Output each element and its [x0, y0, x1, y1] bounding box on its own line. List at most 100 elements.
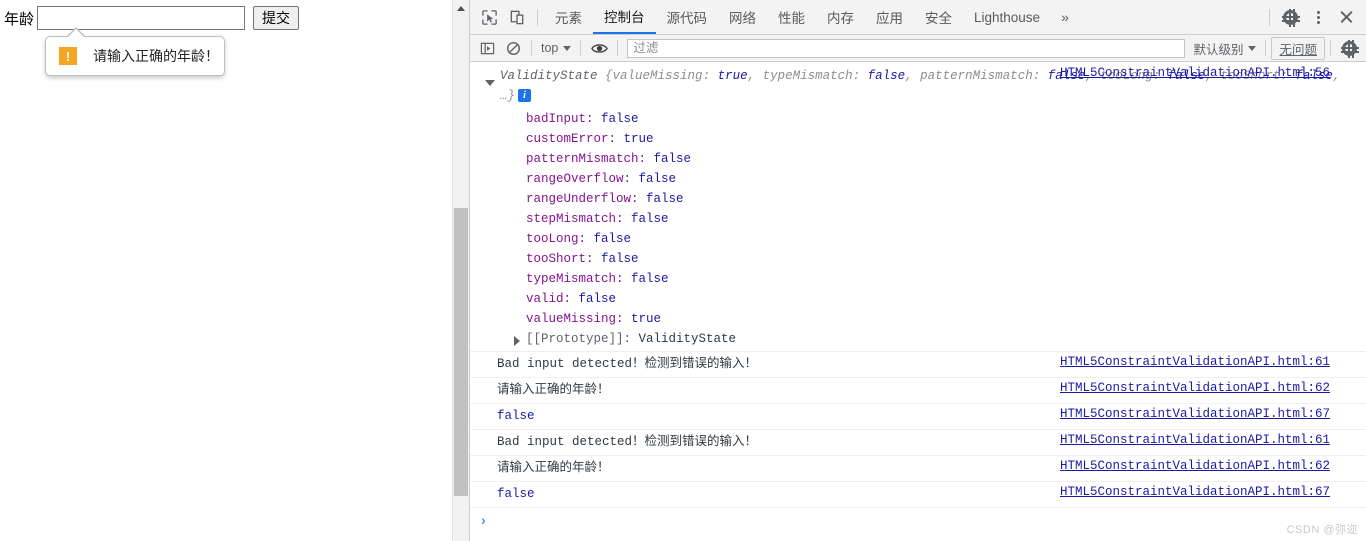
- tab-lighthouse[interactable]: Lighthouse: [963, 0, 1051, 34]
- preview-token: ,: [905, 69, 921, 83]
- object-property-row[interactable]: rangeOverflow: false: [470, 169, 1366, 189]
- property-key: tooLong: [526, 232, 579, 246]
- source-link[interactable]: HTML5ConstraintValidationAPI.html:67: [1060, 485, 1330, 499]
- property-value: false: [601, 252, 639, 266]
- tab-sources[interactable]: 源代码: [656, 0, 719, 34]
- validation-message: 请输入正确的年龄！: [93, 48, 219, 64]
- property-colon: :: [586, 112, 602, 126]
- object-property-row[interactable]: rangeUnderflow: false: [470, 189, 1366, 209]
- console-message-row[interactable]: false HTML5ConstraintValidationAPI.html:6…: [470, 404, 1366, 430]
- property-colon: :: [616, 272, 632, 286]
- object-property-row[interactable]: tooShort: false: [470, 249, 1366, 269]
- property-value: false: [601, 112, 639, 126]
- age-label: 年龄: [4, 10, 35, 28]
- preview-token: :: [702, 69, 718, 83]
- property-value: false: [638, 172, 677, 186]
- property-key: rangeUnderflow: [526, 192, 632, 206]
- toolbar-divider: [1269, 8, 1270, 26]
- property-colon: :: [638, 152, 654, 166]
- console-sidebar-icon[interactable]: [474, 37, 500, 59]
- object-property-row[interactable]: patternMismatch: false: [470, 149, 1366, 169]
- object-property-row[interactable]: tooLong: false: [470, 229, 1366, 249]
- prototype-value: ValidityState: [638, 332, 737, 346]
- preview-token: typeMismatch: [762, 69, 853, 83]
- console-message-row[interactable]: 请输入正确的年龄！ HTML5ConstraintValidationAPI.ht…: [470, 456, 1366, 482]
- execution-context-select[interactable]: top: [537, 41, 575, 55]
- age-form-row: 年龄 提交: [4, 6, 300, 30]
- gear-icon[interactable]: [1276, 4, 1304, 30]
- scroll-up-arrow-icon[interactable]: [453, 0, 469, 17]
- object-property-row[interactable]: customError: true: [470, 129, 1366, 149]
- device-toolbar-icon[interactable]: [503, 4, 531, 30]
- disclosure-triangle-collapsed-icon[interactable]: [514, 336, 520, 346]
- preview-token: ,: [747, 69, 763, 83]
- property-colon: :: [563, 292, 579, 306]
- object-property-row[interactable]: valueMissing: true: [470, 309, 1366, 329]
- toolbar-divider: [580, 40, 582, 56]
- clear-console-icon[interactable]: [500, 37, 526, 59]
- property-key: tooShort: [526, 252, 587, 266]
- object-property-row[interactable]: badInput: false: [470, 109, 1366, 129]
- property-key: typeMismatch: [526, 272, 617, 286]
- kebab-menu-icon[interactable]: [1304, 4, 1332, 30]
- console-message-row[interactable]: Bad input detected！检测到错误的输入！ HTML5Constra…: [470, 430, 1366, 456]
- property-colon: :: [608, 132, 624, 146]
- preview-token: :: [852, 69, 868, 83]
- devtools-panel: 元素 控制台 源代码 网络 性能 内存 应用 安全 Lighthouse » t…: [469, 0, 1366, 541]
- preview-token: :: [1032, 69, 1048, 83]
- page-scrollbar[interactable]: [452, 0, 469, 541]
- source-link[interactable]: HTML5ConstraintValidationAPI.html:61: [1060, 355, 1330, 369]
- source-link[interactable]: HTML5ConstraintValidationAPI.html:62: [1060, 459, 1330, 473]
- property-key: rangeOverflow: [526, 172, 624, 186]
- tab-application[interactable]: 应用: [865, 0, 914, 34]
- source-link[interactable]: HTML5ConstraintValidationAPI.html:67: [1060, 407, 1330, 421]
- log-level-select[interactable]: 默认级别: [1189, 39, 1260, 58]
- console-toolbar: top 默认级别 无问题: [470, 35, 1366, 62]
- console-log-rows: Bad input detected！检测到错误的输入！ HTML5Constra…: [470, 352, 1366, 508]
- console-message-row[interactable]: false HTML5ConstraintValidationAPI.html:6…: [470, 482, 1366, 508]
- source-link[interactable]: HTML5ConstraintValidationAPI.html:61: [1060, 433, 1330, 447]
- issues-button[interactable]: 无问题: [1271, 36, 1325, 60]
- live-expression-icon[interactable]: [586, 37, 612, 59]
- info-badge-icon[interactable]: i: [518, 89, 532, 103]
- console-object-properties: badInput: false customError: true patternM…: [470, 109, 1366, 329]
- scrollbar-thumb[interactable]: [454, 208, 468, 496]
- prototype-key: [[Prototype]]: [526, 332, 624, 346]
- more-tabs-icon[interactable]: »: [1051, 0, 1079, 34]
- tab-memory[interactable]: 内存: [816, 0, 865, 34]
- console-message-row[interactable]: 请输入正确的年龄！ HTML5ConstraintValidationAPI.ht…: [470, 378, 1366, 404]
- object-property-row[interactable]: typeMismatch: false: [470, 269, 1366, 289]
- prototype-line[interactable]: [[Prototype]]: ValidityState: [470, 329, 1366, 349]
- property-colon: :: [616, 212, 632, 226]
- tab-network[interactable]: 网络: [718, 0, 767, 34]
- source-link[interactable]: HTML5ConstraintValidationAPI.html:62: [1060, 381, 1330, 395]
- tab-performance[interactable]: 性能: [767, 0, 816, 34]
- console-prompt-row[interactable]: ›: [470, 508, 1366, 530]
- inspect-element-icon[interactable]: [475, 4, 503, 30]
- submit-button[interactable]: 提交: [253, 6, 300, 30]
- prompt-caret-icon: ›: [481, 512, 486, 528]
- object-property-row[interactable]: valid: false: [470, 289, 1366, 309]
- console-object-entry: HTML5ConstraintValidationAPI.html:56 Val…: [470, 63, 1366, 352]
- disclosure-triangle-expanded-icon[interactable]: [485, 80, 495, 86]
- console-messages-list[interactable]: HTML5ConstraintValidationAPI.html:56 Val…: [470, 63, 1366, 541]
- gear-icon[interactable]: [1336, 37, 1362, 59]
- source-link[interactable]: HTML5ConstraintValidationAPI.html:56: [1060, 66, 1330, 80]
- warning-exclamation-icon: !: [59, 47, 77, 65]
- object-class-name: ValidityState: [500, 69, 598, 83]
- filter-input[interactable]: [627, 38, 1186, 58]
- console-object-header-row: HTML5ConstraintValidationAPI.html:56 Val…: [470, 63, 1366, 109]
- validation-bubble-arrow-fill: [67, 29, 85, 38]
- close-icon[interactable]: [1332, 4, 1360, 30]
- property-value: false: [631, 272, 669, 286]
- preview-token: true: [717, 69, 748, 83]
- object-property-row[interactable]: stepMismatch: false: [470, 209, 1366, 229]
- console-message-row[interactable]: Bad input detected！检测到错误的输入！ HTML5Constra…: [470, 352, 1366, 378]
- tab-console[interactable]: 控制台: [593, 0, 656, 34]
- chevron-down-icon: [1248, 45, 1257, 51]
- property-key: badInput: [526, 112, 587, 126]
- toolbar-divider: [537, 8, 538, 26]
- tab-security[interactable]: 安全: [914, 0, 963, 34]
- property-key: stepMismatch: [526, 212, 617, 226]
- tab-elements[interactable]: 元素: [544, 0, 593, 34]
